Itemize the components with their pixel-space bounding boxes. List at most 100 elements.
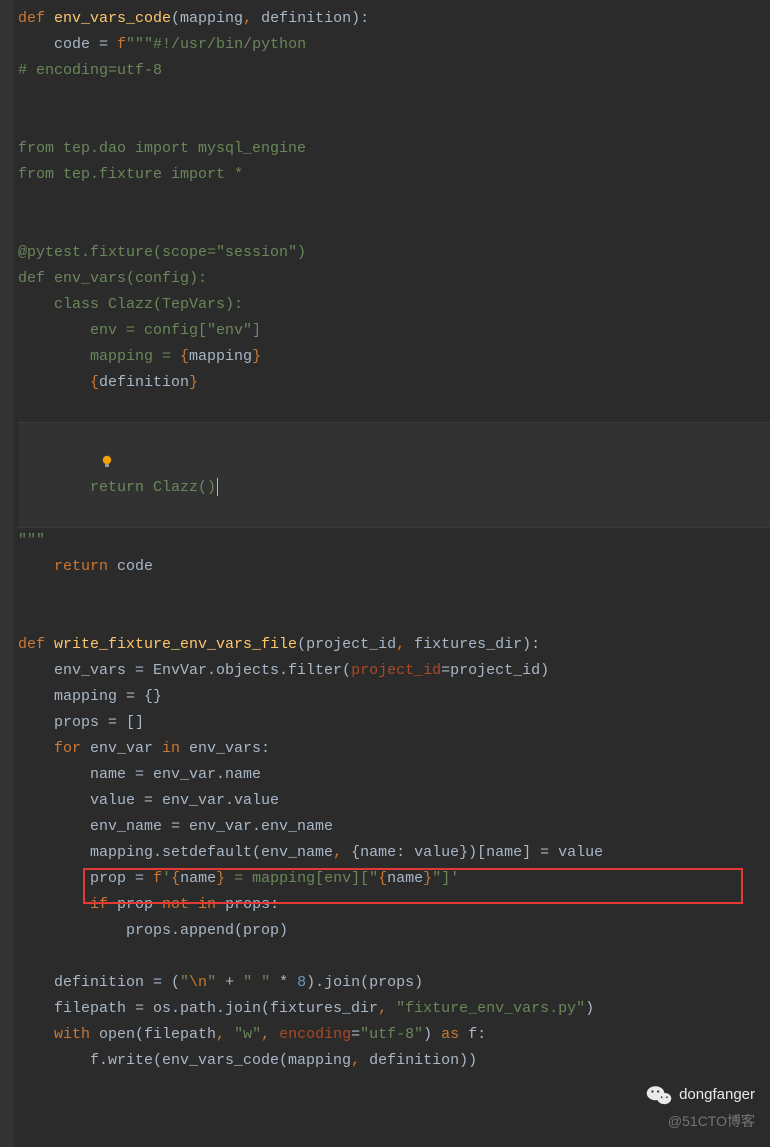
fstring-brace: {: [171, 870, 180, 887]
string: ": [207, 974, 225, 991]
keyword-as: as: [441, 1026, 468, 1043]
keyword-def: def: [18, 636, 54, 653]
code-line[interactable]: {definition}: [18, 370, 770, 396]
f-prefix: f: [153, 870, 162, 887]
string: [18, 374, 90, 391]
blank-line[interactable]: [18, 396, 770, 422]
string: """#!/usr/bin/python: [126, 36, 306, 53]
number: 8: [297, 974, 306, 991]
code-line[interactable]: props = []: [18, 710, 770, 736]
code-text: definition = (: [18, 974, 180, 991]
code-text: props = []: [18, 714, 144, 731]
code-line-current[interactable]: return Clazz(): [18, 422, 770, 528]
params: (project_id: [297, 636, 396, 653]
code-line[interactable]: def env_vars_code(mapping, definition):: [18, 6, 770, 32]
code-text: mapping = {}: [18, 688, 162, 705]
string: " ": [243, 974, 279, 991]
escape: \n: [189, 974, 207, 991]
gutter: [0, 0, 14, 1147]
code-line[interactable]: return code: [18, 554, 770, 580]
code-line[interactable]: @pytest.fixture(scope="session"): [18, 240, 770, 266]
func-name: write_fixture_env_vars_file: [54, 636, 297, 653]
op: +: [225, 974, 243, 991]
code-text: f.write(env_vars_code(mapping: [18, 1052, 351, 1069]
string: def env_vars(config):: [18, 270, 207, 287]
assign: code =: [18, 36, 117, 53]
code-line[interactable]: name = env_var.name: [18, 762, 770, 788]
code-line[interactable]: for env_var in env_vars:: [18, 736, 770, 762]
code-text: ).join(props): [306, 974, 423, 991]
string: ": [180, 974, 189, 991]
keyword-with: with: [18, 1026, 99, 1043]
blank-line[interactable]: [18, 606, 770, 632]
code-line[interactable]: definition = ("\n" + " " * 8).join(props…: [18, 970, 770, 996]
code-line[interactable]: with open(filepath, "w", encoding="utf-8…: [18, 1022, 770, 1048]
string: "fixture_env_vars.py": [396, 1000, 585, 1017]
code-line[interactable]: class Clazz(TepVars):: [18, 292, 770, 318]
code-line[interactable]: value = env_var.value: [18, 788, 770, 814]
wechat-watermark: dongfanger: [645, 1081, 755, 1109]
code-line[interactable]: from tep.fixture import *: [18, 162, 770, 188]
keyword-for: for: [18, 740, 90, 757]
comma: ,: [261, 1026, 279, 1043]
code-line[interactable]: def write_fixture_env_vars_file(project_…: [18, 632, 770, 658]
code-line[interactable]: f.write(env_vars_code(mapping, definitio…: [18, 1048, 770, 1074]
fstring-var: mapping: [189, 348, 252, 365]
fstring-brace: {: [180, 348, 189, 365]
blank-line[interactable]: [18, 944, 770, 970]
code-text: prop =: [18, 870, 153, 887]
string: "w": [234, 1026, 261, 1043]
code-line[interactable]: props.append(prop): [18, 918, 770, 944]
code-line[interactable]: env_name = env_var.env_name: [18, 814, 770, 840]
keyword-def: def: [18, 10, 54, 27]
blank-line[interactable]: [18, 214, 770, 240]
string: "utf-8": [360, 1026, 423, 1043]
string: = mapping[env][": [225, 870, 378, 887]
code-editor[interactable]: def env_vars_code(mapping, definition): …: [14, 0, 770, 1074]
code-line[interactable]: from tep.dao import mysql_engine: [18, 136, 770, 162]
string: from tep.dao import mysql_engine: [18, 140, 306, 157]
code-text: ): [423, 1026, 441, 1043]
cto-watermark: @51CTO博客: [668, 1109, 755, 1133]
code-line[interactable]: prop = f'{name} = mapping[env]["{name}"]…: [18, 866, 770, 892]
identifier: env_vars:: [189, 740, 270, 757]
code-line[interactable]: def env_vars(config):: [18, 266, 770, 292]
wechat-icon: [645, 1081, 673, 1109]
blank-line[interactable]: [18, 580, 770, 606]
code-text: env_name = env_var.env_name: [18, 818, 333, 835]
string: class Clazz(TepVars):: [18, 296, 243, 313]
code-line[interactable]: filepath = os.path.join(fixtures_dir, "f…: [18, 996, 770, 1022]
blank-line[interactable]: [18, 110, 770, 136]
params: fixtures_dir):: [414, 636, 540, 653]
string: mapping =: [18, 348, 180, 365]
code-line[interactable]: mapping = {}: [18, 684, 770, 710]
identifier: f:: [468, 1026, 486, 1043]
comma: ,: [351, 1052, 369, 1069]
code-line[interactable]: mapping.setdefault(env_name, {name: valu…: [18, 840, 770, 866]
code-line[interactable]: code = f"""#!/usr/bin/python: [18, 32, 770, 58]
code-text: filepath = os.path.join(fixtures_dir: [18, 1000, 378, 1017]
op: =: [351, 1026, 360, 1043]
named-arg: project_id: [351, 662, 441, 679]
named-arg: encoding: [279, 1026, 351, 1043]
code-line[interactable]: env_vars = EnvVar.objects.filter(project…: [18, 658, 770, 684]
code-line[interactable]: # encoding=utf-8: [18, 58, 770, 84]
string: @pytest.fixture(scope="session"): [18, 244, 306, 261]
blank-line[interactable]: [18, 84, 770, 110]
params: (mapping: [171, 10, 243, 27]
identifier: props:: [225, 896, 279, 913]
string: ': [162, 870, 171, 887]
caret: [217, 478, 218, 496]
code-line[interactable]: mapping = {mapping}: [18, 344, 770, 370]
code-line[interactable]: env = config["env"]: [18, 318, 770, 344]
code-text: ): [585, 1000, 594, 1017]
code-line[interactable]: if prop not in props:: [18, 892, 770, 918]
comma: ,: [396, 636, 414, 653]
code-line[interactable]: """: [18, 528, 770, 554]
blank-line[interactable]: [18, 188, 770, 214]
code-text: definition)): [369, 1052, 477, 1069]
intention-bulb-icon[interactable]: [45, 428, 61, 444]
keyword-in: in: [162, 740, 189, 757]
fstring-brace: {: [90, 374, 99, 391]
f-prefix: f: [117, 36, 126, 53]
